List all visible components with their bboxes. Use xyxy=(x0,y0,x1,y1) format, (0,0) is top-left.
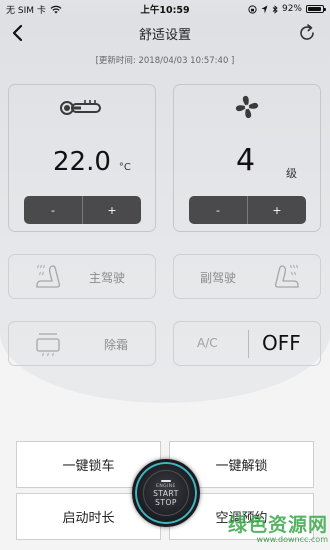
seat-heat-icon xyxy=(36,264,61,288)
fan-speed-value: 4 xyxy=(236,143,256,178)
update-time: [更新时间: 2018/04/03 10:57:40 ] xyxy=(95,56,235,66)
fan-plus-button[interactable]: + xyxy=(248,196,306,224)
passenger-seat-heat-button[interactable]: 副驾驶 xyxy=(173,254,321,299)
back-button[interactable] xyxy=(8,22,28,44)
fan-stepper: - + xyxy=(189,196,306,224)
status-time: 上午10:59 xyxy=(140,5,190,16)
temperature-plus-button[interactable]: + xyxy=(83,196,141,224)
nav-bar: 舒适设置 xyxy=(0,18,330,48)
engine-indicator-light xyxy=(161,479,171,482)
orientation-lock-icon xyxy=(248,4,257,14)
driver-seat-label: 主驾驶 xyxy=(89,271,126,285)
ac-toggle[interactable]: A/C OFF xyxy=(173,321,321,366)
engine-stop-label: STOP xyxy=(155,497,177,507)
fan-minus-button[interactable]: - xyxy=(189,196,247,224)
carrier-label: 无 SIM 卡 xyxy=(6,5,46,16)
battery-icon xyxy=(306,5,326,13)
fan-icon xyxy=(235,95,259,119)
temperature-stepper: - + xyxy=(24,196,141,224)
status-bar: 无 SIM 卡 上午10:59 92% xyxy=(0,0,330,18)
fan-speed-unit: 级 xyxy=(286,167,297,180)
defrost-button[interactable]: 除霜 xyxy=(8,321,156,366)
engine-start-label: START xyxy=(153,488,179,498)
watermark-url: www.downcc.com xyxy=(256,535,328,545)
battery-percent: 92% xyxy=(281,4,302,14)
refresh-button[interactable] xyxy=(296,22,318,44)
wifi-icon xyxy=(50,5,62,13)
defrost-icon xyxy=(36,333,60,357)
page-title: 舒适设置 xyxy=(138,27,191,43)
temperature-unit: °C xyxy=(118,162,131,173)
temperature-minus-button[interactable]: - xyxy=(24,196,82,224)
watermark-title: 绿色资源网 xyxy=(227,514,328,537)
ac-state: OFF xyxy=(262,331,301,355)
fan-card: 4 级 - + xyxy=(173,84,321,232)
temperature-card: 22.0 °C - + xyxy=(8,84,156,232)
driver-seat-heat-button[interactable]: 主驾驶 xyxy=(8,254,156,299)
temperature-value: 22.0 xyxy=(53,147,111,177)
seat-heat-icon xyxy=(274,264,299,288)
watermark: 绿色资源网 www.downcc.com xyxy=(228,515,328,545)
location-icon xyxy=(261,5,268,13)
engine-start-stop-button[interactable]: ENGINE START STOP xyxy=(132,459,200,527)
passenger-seat-label: 副驾驶 xyxy=(200,271,237,285)
bluetooth-icon xyxy=(272,4,278,14)
ac-label: A/C xyxy=(197,336,218,350)
thermometer-icon xyxy=(60,100,101,115)
ac-divider xyxy=(248,330,249,358)
defrost-label: 除霜 xyxy=(104,338,129,352)
